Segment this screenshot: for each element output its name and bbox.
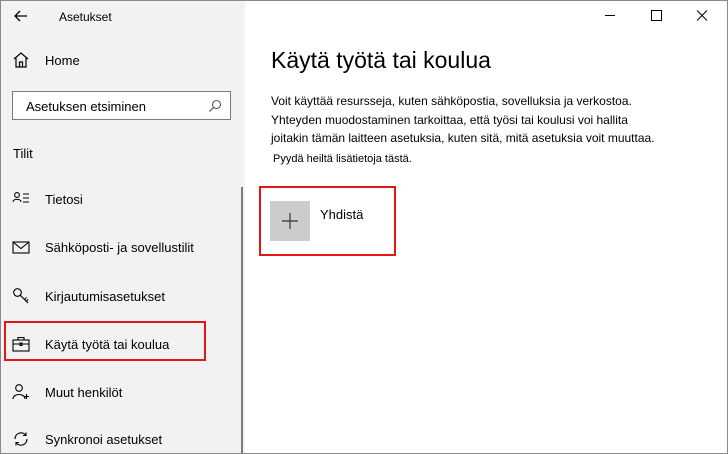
search-input-text: Asetuksen etsiminen [26, 99, 146, 114]
connect-label: Yhdistä [320, 207, 364, 222]
sidebar-item-sign-in-options[interactable]: Kirjautumisasetukset [1, 278, 245, 314]
sidebar-item-label: Muut henkilöt [45, 385, 123, 400]
sidebar: Asetukset Home Asetuksen etsiminen Tilit… [1, 1, 245, 453]
key-icon [13, 288, 29, 304]
sync-icon [14, 432, 28, 446]
settings-window: Asetukset Home Asetuksen etsiminen Tilit… [0, 0, 728, 454]
description-line-3: joitakin tämän laitteen asetuksia, kuten… [271, 131, 655, 145]
sidebar-item-sync-settings[interactable]: Synkronoi asetukset [1, 421, 245, 453]
sidebar-item-tietosi[interactable]: Tietosi [1, 181, 245, 217]
person-card-icon [12, 192, 29, 203]
close-button[interactable] [679, 1, 725, 31]
mail-icon [12, 241, 30, 254]
sidebar-item-email-accounts[interactable]: Sähköposti- ja sovellustilit [1, 229, 245, 265]
sidebar-item-other-people[interactable]: Muut henkilöt [1, 374, 245, 410]
back-button[interactable] [9, 4, 33, 28]
home-icon [13, 52, 29, 68]
sidebar-scrollbar[interactable] [241, 187, 243, 453]
section-title: Tilit [13, 146, 33, 161]
minimize-icon [605, 15, 615, 16]
person-add-icon [12, 384, 29, 400]
minimize-button[interactable] [587, 1, 633, 31]
description-line-1: Voit käyttää resursseja, kuten sähköpost… [271, 94, 632, 108]
nav-home-label: Home [45, 53, 80, 68]
maximize-button[interactable] [633, 1, 679, 31]
page-title: Käytä työtä tai koulua [271, 47, 491, 73]
connect-button[interactable]: Yhdistä [270, 201, 390, 241]
sidebar-item-label: Tietosi [45, 192, 83, 207]
sidebar-item-label: Synkronoi asetukset [45, 432, 163, 447]
back-arrow-icon [14, 10, 27, 22]
window-controls [587, 1, 727, 31]
titlebar-left: Asetukset [1, 1, 245, 33]
maximize-icon [651, 10, 662, 21]
nav-home[interactable]: Home [1, 45, 245, 75]
plus-tile [270, 201, 310, 241]
selection-highlight [4, 321, 206, 361]
sidebar-item-label: Kirjautumisasetukset [45, 289, 165, 304]
search-input[interactable]: Asetuksen etsiminen [12, 91, 231, 120]
sidebar-item-label: Sähköposti- ja sovellustilit [45, 240, 194, 255]
app-title: Asetukset [59, 10, 112, 24]
close-icon [696, 10, 708, 21]
description-line-2: Yhteyden muodostaminen tarkoittaa, että … [271, 113, 628, 127]
search-icon[interactable] [208, 99, 222, 113]
info-note: Pyydä heiltä lisätietoja tästä. [273, 153, 412, 165]
plus-icon [282, 213, 298, 229]
